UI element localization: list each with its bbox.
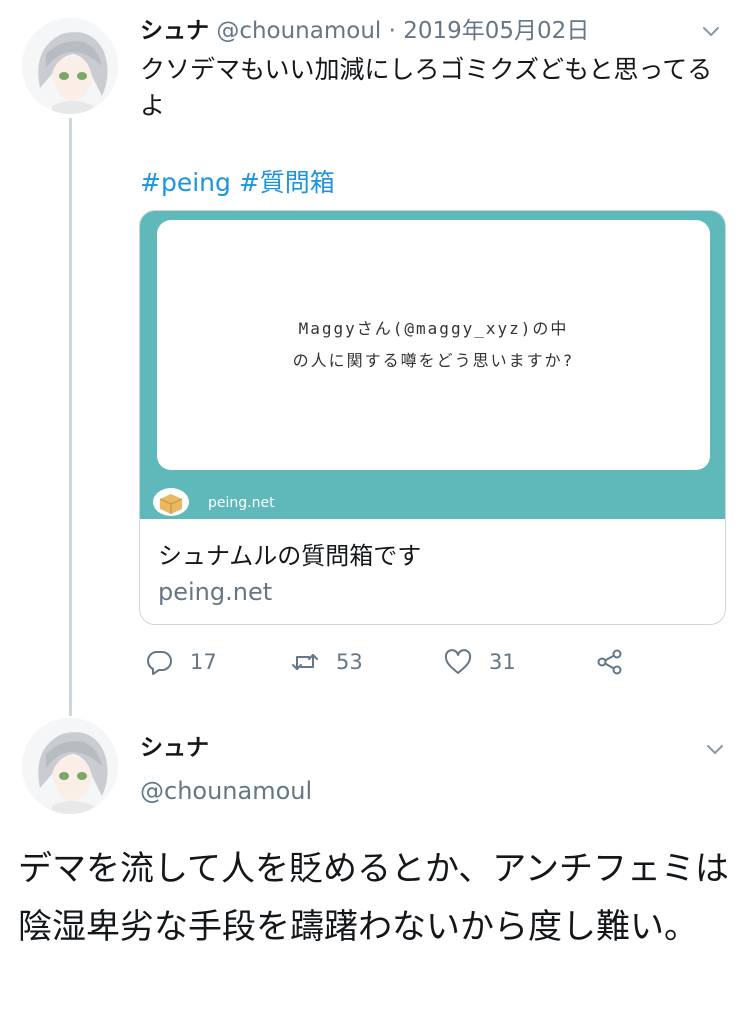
card-image-domain: peing.net xyxy=(208,495,275,511)
reply-button[interactable]: 17 xyxy=(144,642,217,682)
avatar[interactable] xyxy=(22,718,118,814)
card-image: Maggyさん(@maggy_xyz)の中 の人に関する噂をどう思いますか? p… xyxy=(140,211,725,519)
card-title: シュナムルの質問箱です xyxy=(158,542,422,570)
tweet-actions: 17 53 31 xyxy=(140,642,660,682)
peing-box-icon xyxy=(152,487,190,517)
author-handle[interactable]: @chounamoul xyxy=(216,18,381,44)
avatar-image xyxy=(22,718,118,814)
tweet-header: シュナ @chounamoul · 2019年05月02日 xyxy=(140,14,687,48)
tweet-text: クソデマもいい加減にしろゴミクズどもと思ってるよ xyxy=(140,55,713,120)
like-count: 31 xyxy=(489,650,516,674)
author-handle[interactable]: @chounamoul xyxy=(140,777,312,805)
like-button[interactable]: 31 xyxy=(443,642,516,682)
card-question-line-2: の人に関する噂をどう思いますか? xyxy=(292,351,575,370)
avatar-image xyxy=(22,18,118,114)
share-icon xyxy=(597,649,622,675)
retweet-count: 53 xyxy=(336,650,363,674)
author-name[interactable]: シュナ xyxy=(140,728,209,762)
share-button[interactable] xyxy=(595,642,641,682)
link-card[interactable]: Maggyさん(@maggy_xyz)の中 の人に関する噂をどう思いますか? p… xyxy=(139,210,726,625)
card-domain: peing.net xyxy=(158,578,273,606)
card-question-panel: Maggyさん(@maggy_xyz)の中 の人に関する噂をどう思いますか? xyxy=(157,220,710,470)
chevron-down-icon[interactable] xyxy=(700,20,722,42)
author-name[interactable]: シュナ xyxy=(140,18,209,44)
reply-icon xyxy=(147,651,172,675)
hashtag-list: #peing #質問箱 xyxy=(140,165,343,201)
reply-count: 17 xyxy=(190,650,217,674)
hashtag-question-box[interactable]: #質問箱 xyxy=(239,168,335,197)
chevron-down-icon[interactable] xyxy=(704,738,726,760)
thread-connector-line xyxy=(69,118,72,716)
card-question-line-1: Maggyさん(@maggy_xyz)の中 xyxy=(298,319,569,338)
retweet-icon xyxy=(292,654,318,670)
meta-separator: · xyxy=(381,18,404,44)
tweet-text: デマを流して人を貶めるとか、アンチフェミは陰湿卑劣な手段を躊躇わないから度し難い… xyxy=(18,849,729,947)
avatar[interactable] xyxy=(22,18,118,114)
retweet-button[interactable]: 53 xyxy=(290,642,363,682)
hashtag-peing[interactable]: #peing xyxy=(140,168,231,197)
heart-icon xyxy=(444,649,472,674)
tweet-date[interactable]: 2019年05月02日 xyxy=(403,18,589,44)
